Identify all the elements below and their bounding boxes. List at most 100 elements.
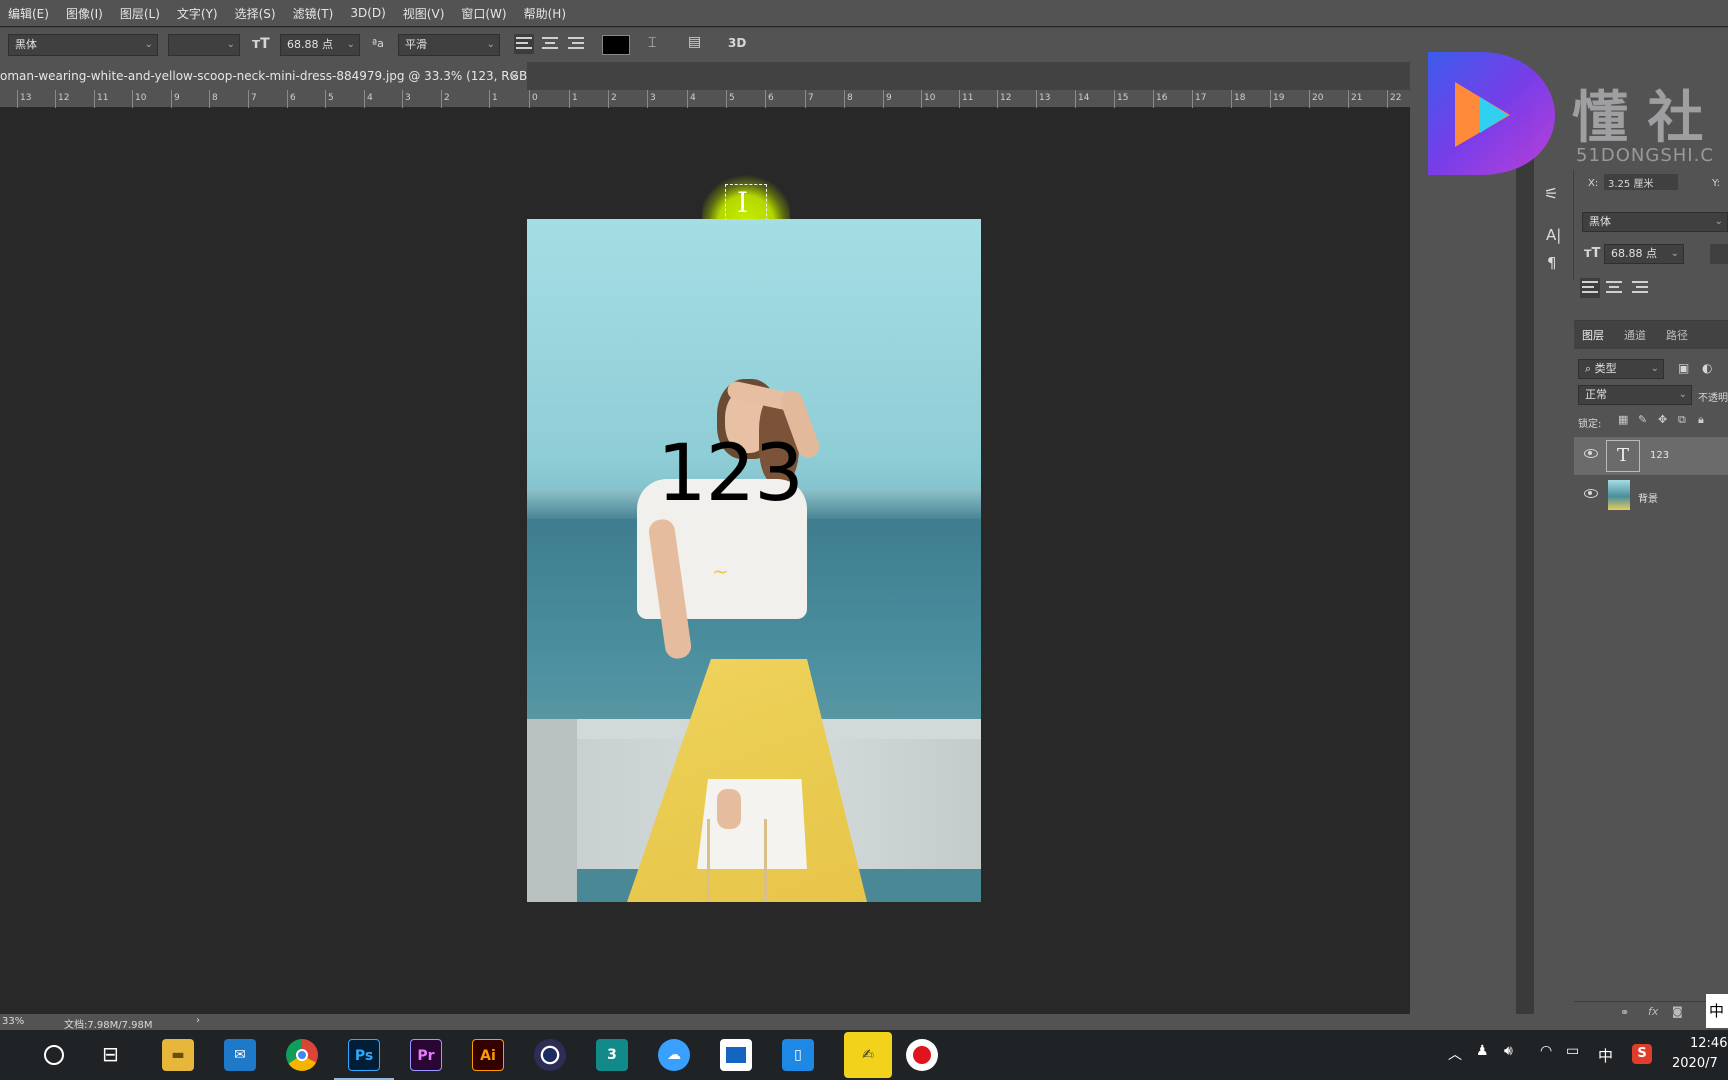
ruler-label: 4 [364, 90, 373, 108]
para-align-right-button[interactable] [1630, 278, 1650, 298]
font-style-select[interactable]: ⌄ [168, 34, 240, 56]
link-layers-icon[interactable]: ⚭ [1620, 1006, 1629, 1019]
menu-image[interactable]: 图像(I) [66, 5, 103, 22]
lock-position-icon[interactable]: ✥ [1658, 413, 1667, 426]
menu-help[interactable]: 帮助(H) [524, 5, 566, 22]
threed-button[interactable]: 3D [728, 36, 746, 50]
lock-transparent-icon[interactable]: ▦ [1618, 413, 1628, 426]
visibility-eye-icon[interactable] [1584, 489, 1598, 498]
text-color-swatch[interactable] [602, 35, 630, 55]
y-coord-label: Y: [1712, 178, 1721, 189]
premiere-icon[interactable]: Pr [410, 1039, 442, 1071]
font-size-select[interactable]: 68.88 点 ⌄ [280, 34, 360, 56]
tablet-icon[interactable]: ▯ [782, 1039, 814, 1071]
document-tab[interactable]: oman-wearing-white-and-yellow-scoop-neck… [0, 62, 527, 90]
zoom-level[interactable]: 33% [2, 1016, 24, 1027]
status-menu-arrow[interactable]: › [196, 1015, 200, 1026]
cinema4d-icon[interactable] [534, 1039, 566, 1071]
adjustment-filter-icon[interactable]: ◐ [1702, 361, 1712, 375]
antialias-select[interactable]: 平滑 ⌄ [398, 34, 500, 56]
record-icon[interactable] [906, 1039, 938, 1071]
font-size-icon: тT [252, 36, 270, 52]
align-center-button[interactable] [540, 34, 560, 54]
visibility-eye-icon[interactable] [1584, 449, 1598, 458]
menu-filter[interactable]: 滤镜(T) [293, 5, 334, 22]
para-align-left-button[interactable] [1580, 278, 1600, 298]
mail-icon[interactable]: ✉ [224, 1039, 256, 1071]
layer-name[interactable]: 123 [1650, 450, 1669, 461]
highlight-app-icon[interactable]: ✍ [844, 1032, 892, 1078]
layer-row-text[interactable]: T 123 [1574, 437, 1728, 475]
lock-artboard-icon[interactable]: ⧉ [1678, 413, 1686, 427]
chrome-icon[interactable] [286, 1039, 318, 1071]
photoshop-icon[interactable]: Ps [348, 1039, 380, 1071]
menu-type[interactable]: 文字(Y) [177, 5, 218, 22]
blend-mode-value: 正常 [1585, 388, 1607, 401]
file-explorer-icon[interactable]: ▬ [162, 1039, 194, 1071]
railing-post [527, 719, 577, 902]
font-family-select[interactable]: 黑体 ⌄ [8, 34, 158, 56]
document-image[interactable]: ~ 123 [527, 219, 981, 902]
3dsmax-icon[interactable]: 3 [596, 1039, 628, 1071]
ruler-label: 17 [1191, 90, 1207, 108]
text-layer-123[interactable]: 123 [657, 429, 804, 519]
align-right-button[interactable] [566, 34, 586, 54]
penguin-tray-icon[interactable]: ♟ [1476, 1043, 1489, 1059]
menu-select[interactable]: 选择(S) [235, 5, 276, 22]
close-icon[interactable]: × [509, 62, 519, 90]
windows-taskbar: ⊟ ▬ ✉ Ps Pr Ai 3 ☁ ▯ ✍ ︿ ♟ 🔊︎ ◠ ▭ 中 S 12… [0, 1030, 1728, 1080]
layer-style-button[interactable]: fx [1648, 1005, 1658, 1018]
tab-paths[interactable]: 路径 [1666, 327, 1688, 343]
shirt-print: ~ [712, 559, 729, 583]
ruler-label: 1 [569, 90, 578, 108]
layer-row-background[interactable]: 背景 [1574, 477, 1728, 515]
menu-3d[interactable]: 3D(D) [350, 6, 385, 20]
app-window-icon[interactable] [720, 1039, 752, 1071]
illustrator-icon[interactable]: Ai [472, 1039, 504, 1071]
ruler-label: 11 [93, 90, 109, 108]
ime-indicator[interactable]: 中 [1598, 1045, 1613, 1066]
tab-channels[interactable]: 通道 [1624, 327, 1646, 343]
font-size-value: 68.88 点 [287, 38, 333, 51]
align-left-button[interactable] [514, 34, 534, 54]
task-view-icon[interactable]: ⊟ [102, 1042, 119, 1066]
paragraph-panel-icon[interactable]: ¶ [1547, 254, 1557, 272]
ruler-label: 3 [647, 90, 656, 108]
menu-window[interactable]: 窗口(W) [461, 5, 506, 22]
blend-mode-select[interactable]: 正常 ⌄ [1578, 385, 1692, 405]
character-font-select[interactable]: 黑体 ⌄ [1582, 212, 1728, 232]
lock-label: 锁定: [1578, 419, 1602, 430]
chevron-up-icon[interactable]: ︿ [1448, 1044, 1462, 1064]
menu-edit[interactable]: 编辑(E) [8, 5, 49, 22]
character-panel-icon[interactable]: A| [1546, 226, 1561, 244]
lock-all-icon[interactable]: 🔒︎ [1698, 413, 1704, 427]
watermark-site: 51DONGSHI.C [1576, 145, 1714, 166]
ruler-label: 13 [16, 90, 32, 108]
notification-popup[interactable]: 中 [1706, 994, 1728, 1028]
menu-layer[interactable]: 图层(L) [120, 5, 160, 22]
para-align-center-button[interactable] [1604, 278, 1624, 298]
adjustments-icon[interactable]: ⚟ [1544, 184, 1558, 203]
tracking-field[interactable] [1710, 244, 1728, 264]
layer-filter-select[interactable]: ⌕ 类型 ⌄ [1578, 359, 1664, 379]
vertical-scrollbar[interactable] [1516, 108, 1534, 1014]
sogou-input-icon[interactable]: S [1632, 1044, 1652, 1064]
battery-icon[interactable]: ▭ [1566, 1043, 1579, 1059]
lock-pixels-icon[interactable]: ✎ [1638, 413, 1647, 426]
character-size-value: 68.88 点 [1611, 247, 1657, 260]
warp-text-icon[interactable]: ⌶ [648, 35, 656, 51]
clock-date[interactable]: 2020/7 [1672, 1056, 1718, 1071]
clock-time[interactable]: 12:46 [1690, 1036, 1727, 1051]
menu-view[interactable]: 视图(V) [403, 5, 445, 22]
cloud-icon[interactable]: ☁ [658, 1039, 690, 1071]
tab-layers[interactable]: 图层 [1582, 327, 1604, 343]
image-filter-icon[interactable]: ▣ [1678, 361, 1689, 375]
volume-icon[interactable]: 🔊︎ [1504, 1043, 1513, 1059]
horizontal-ruler[interactable]: 13 12 11 10 9 8 7 6 5 4 3 2 1 0 1 2 3 4 … [0, 90, 1410, 108]
wifi-icon[interactable]: ◠ [1540, 1043, 1552, 1059]
cortana-circle-icon[interactable] [44, 1045, 64, 1065]
add-mask-icon[interactable]: ◙ [1672, 1005, 1683, 1018]
layer-name[interactable]: 背景 [1638, 490, 1658, 505]
panels-toggle-icon[interactable]: ▤ [688, 34, 701, 50]
character-size-select[interactable]: 68.88 点 ⌄ [1604, 244, 1684, 264]
